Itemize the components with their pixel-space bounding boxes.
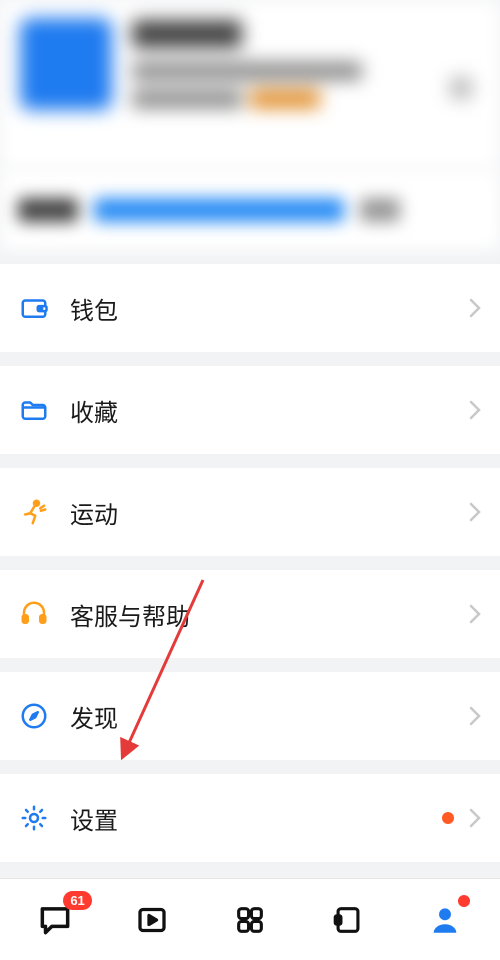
menu-label: 收藏 [70,393,118,428]
avatar[interactable] [20,18,112,110]
menu-label: 设置 [70,801,118,836]
compass-icon [18,700,50,732]
menu-item-help[interactable]: 客服与帮助 [0,570,500,658]
tab-me[interactable] [418,893,472,947]
notification-dot [442,812,454,824]
menu-label: 客服与帮助 [70,597,190,632]
gear-icon [18,802,50,834]
tab-chat[interactable]: 61 [28,893,82,947]
chevron-right-icon [468,500,482,524]
menu-item-discover[interactable]: 发现 [0,672,500,760]
folder-icon [18,394,50,426]
menu-item-settings[interactable]: 设置 [0,774,500,862]
app-screen: 钱包 收藏 [0,0,500,960]
chevron-right-icon [468,296,482,320]
menu-label: 钱包 [70,291,118,326]
sport-icon [18,496,50,528]
wallet-icon [18,292,50,324]
chevron-right-icon [468,602,482,626]
menu-item-wallet[interactable]: 钱包 [0,264,500,352]
me-badge-dot [458,895,470,907]
bottom-tab-bar: 61 [0,878,500,960]
profile-tabs[interactable] [0,170,500,250]
menu-item-sport[interactable]: 运动 [0,468,500,556]
menu-list: 钱包 收藏 [0,264,500,862]
profile-meta [132,90,430,108]
chevron-right-icon [468,806,482,830]
menu-label: 发现 [70,699,118,734]
chevron-right-icon [468,398,482,422]
chevron-right-icon [468,704,482,728]
tab-video[interactable] [125,893,179,947]
menu-label: 运动 [70,495,118,530]
profile-text-block [132,18,430,158]
profile-name [132,20,242,48]
profile-header[interactable] [0,0,500,170]
headset-icon [18,598,50,630]
menu-item-favorites[interactable]: 收藏 [0,366,500,454]
profile-subtitle [132,62,362,80]
chat-badge: 61 [63,891,91,910]
tab-portal[interactable] [321,893,375,947]
profile-actions[interactable] [450,18,480,158]
tab-apps[interactable] [223,893,277,947]
